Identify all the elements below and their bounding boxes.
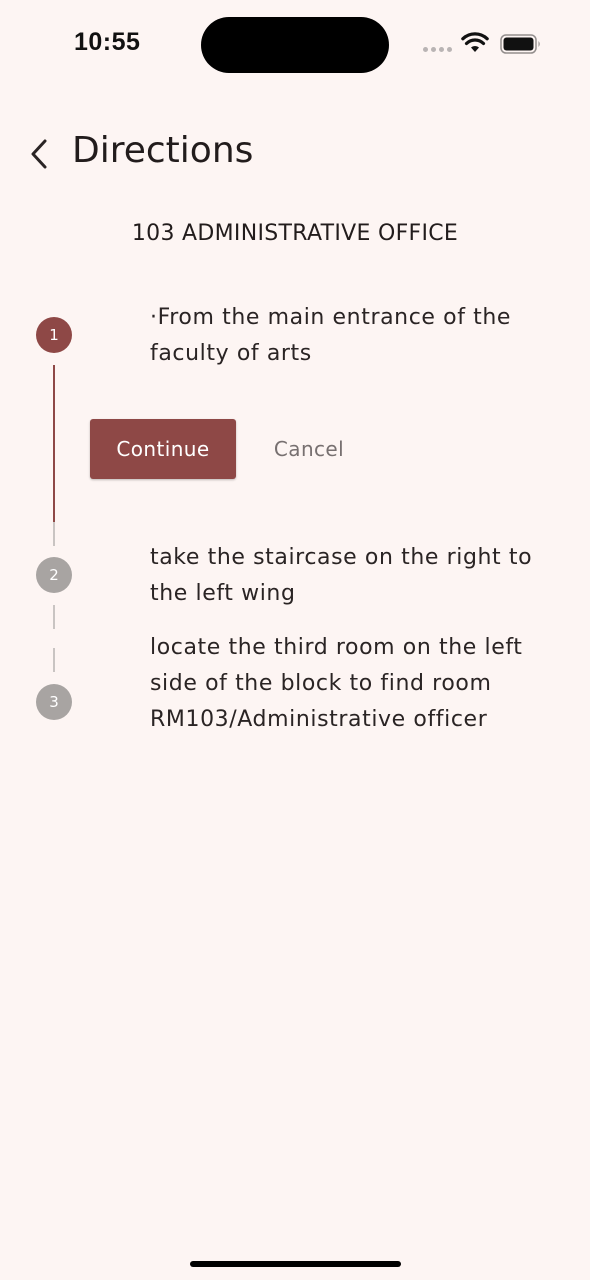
- step-connector: [53, 648, 55, 672]
- step-indicator-1[interactable]: 1: [36, 317, 72, 353]
- step-3-text: locate the third room on the left side o…: [150, 635, 523, 732]
- cellular-signal-icon: [423, 47, 452, 52]
- chevron-left-icon: [31, 139, 47, 169]
- step-2-text: take the staircase on the right to the l…: [150, 545, 533, 606]
- step-connector: [53, 605, 55, 629]
- step-indicator-3[interactable]: 3: [36, 684, 72, 720]
- dynamic-island: [201, 17, 389, 73]
- status-bar: 10:55: [0, 0, 590, 90]
- step-connector-active: [53, 365, 55, 522]
- cancel-button[interactable]: Cancel: [262, 419, 356, 479]
- page-title: Directions: [72, 130, 254, 171]
- battery-icon: [500, 34, 540, 54]
- continue-button[interactable]: Continue: [90, 419, 236, 479]
- wifi-icon: [461, 32, 489, 52]
- home-indicator[interactable]: [190, 1261, 401, 1267]
- status-time: 10:55: [74, 28, 141, 56]
- step-connector: [53, 522, 55, 546]
- step-1-text: ·From the main entrance of the faculty o…: [150, 305, 512, 366]
- back-button[interactable]: [22, 136, 56, 172]
- step-indicator-2[interactable]: 2: [36, 557, 72, 593]
- destination-title: 103 ADMINISTRATIVE OFFICE: [131, 221, 459, 246]
